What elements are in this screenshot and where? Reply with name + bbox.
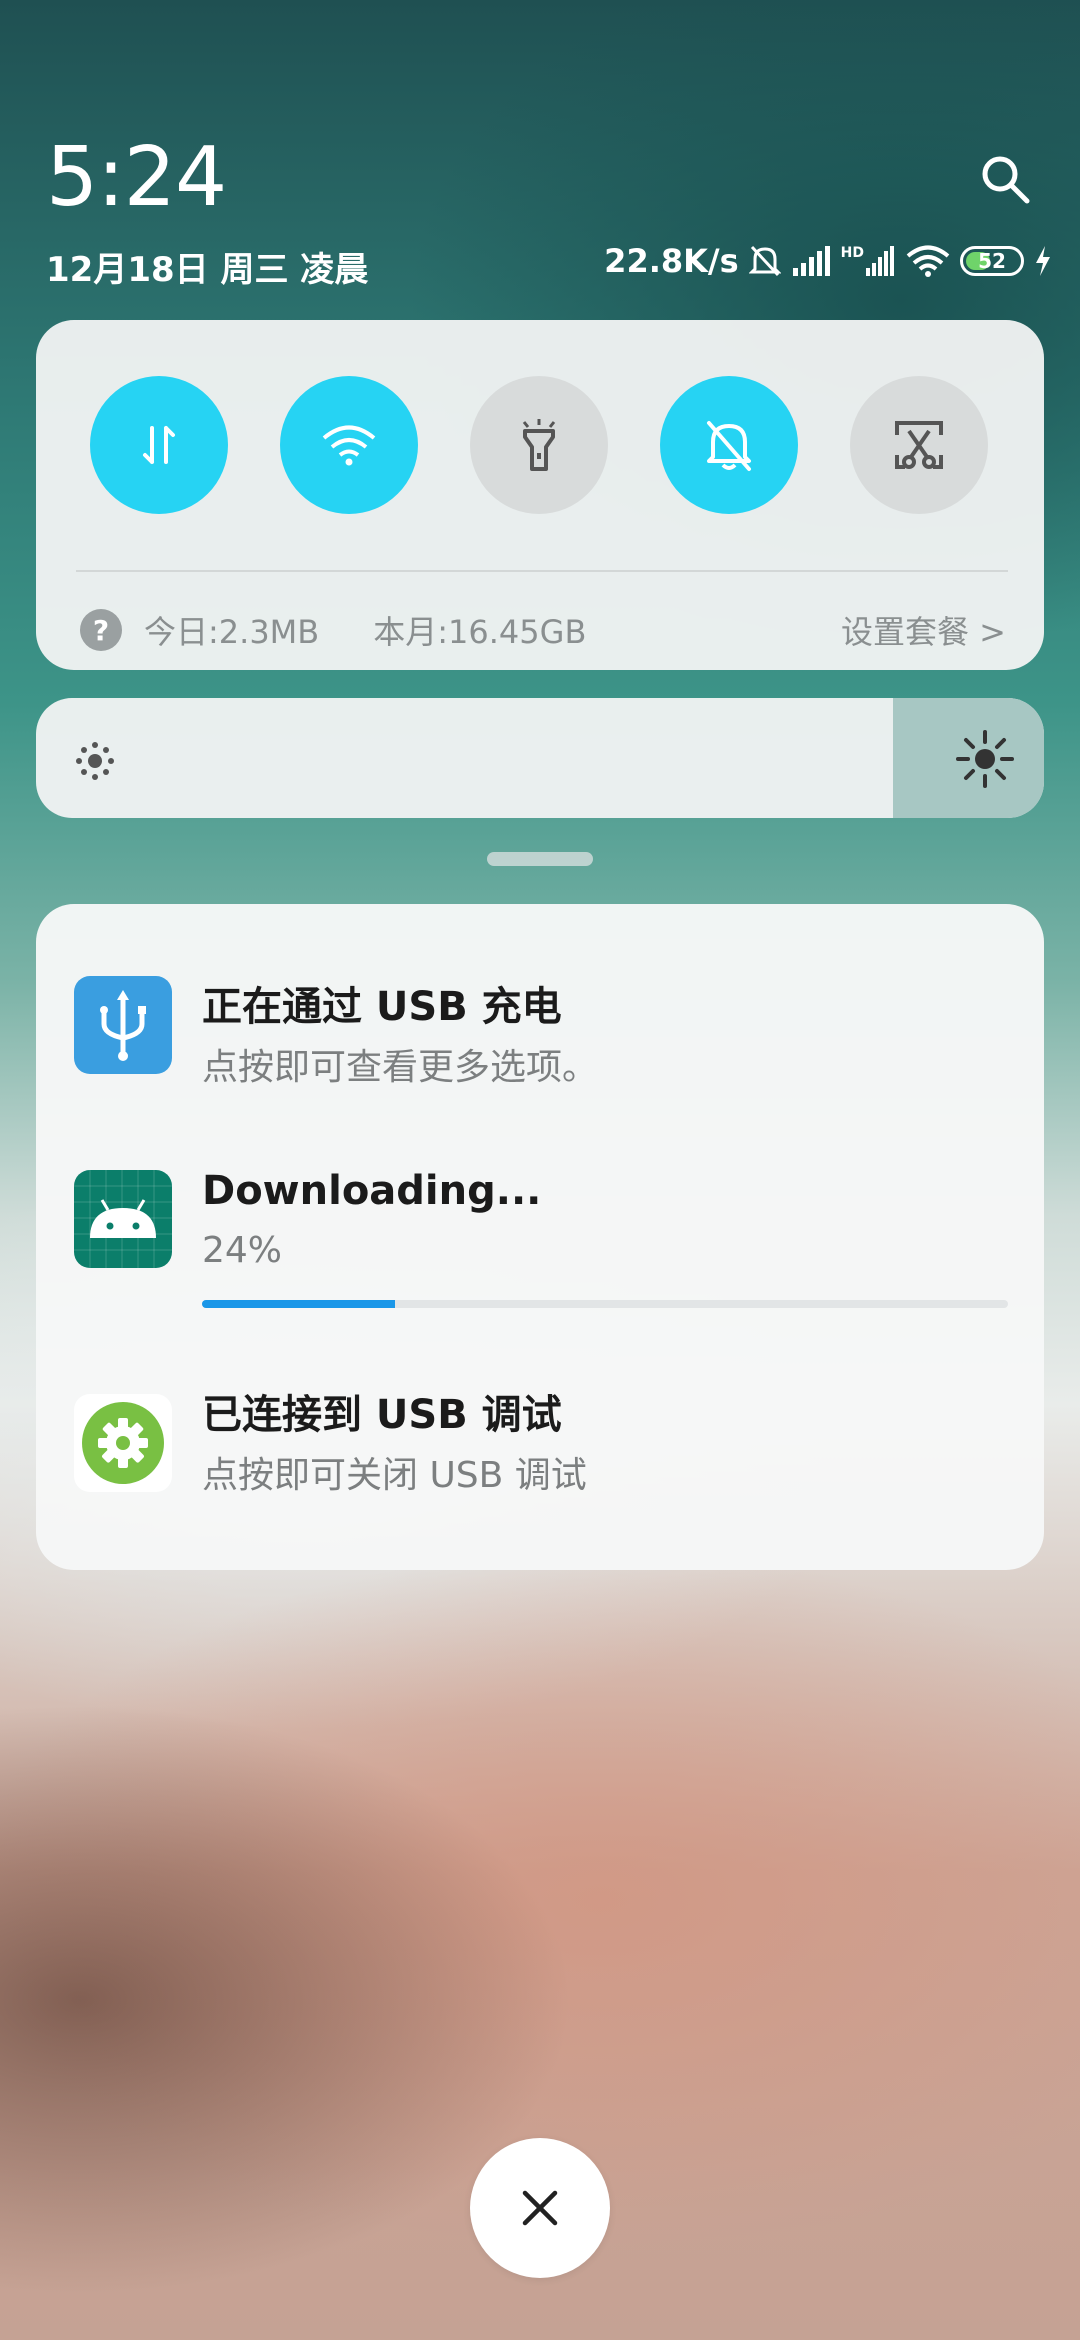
flashlight-icon xyxy=(522,419,556,471)
battery-level: 52 xyxy=(978,249,1006,273)
android-icon xyxy=(74,1170,172,1268)
notification-panel: 正在通过 USB 充电 点按即可查看更多选项。 Downloading... 2… xyxy=(36,904,1044,1570)
notification-subtitle: 点按即可关闭 USB 调试 xyxy=(202,1455,587,1496)
wifi-icon xyxy=(906,245,950,277)
notification-title: 已连接到 USB 调试 xyxy=(202,1392,562,1438)
charging-bolt-icon xyxy=(1036,246,1050,276)
download-progress-bar xyxy=(202,1300,1008,1308)
notification-download[interactable]: Downloading... 24% xyxy=(36,1104,1044,1308)
usb-icon xyxy=(74,976,172,1074)
brightness-slider[interactable] xyxy=(36,698,1044,818)
net-speed: 22.8K/s xyxy=(604,242,739,280)
signal-icon xyxy=(792,246,830,276)
clock: 5:24 xyxy=(46,130,227,225)
set-plan-link[interactable]: 设置套餐 > xyxy=(841,607,1006,653)
quick-settings-panel: ? 今日:2.3MB 本月:16.45GB 设置套餐 > xyxy=(36,320,1044,670)
scissors-icon xyxy=(895,421,943,469)
notification-usb-debugging[interactable]: 已连接到 USB 调试 点按即可关闭 USB 调试 xyxy=(36,1324,1044,1554)
data-usage-row: ? 今日:2.3MB 本月:16.45GB 设置套餐 > xyxy=(80,598,1006,662)
help-icon[interactable]: ? xyxy=(80,609,122,651)
date: 12月18日 周三 凌晨 xyxy=(46,250,369,290)
status-bar: 22.8K/s HD 52 xyxy=(604,242,1052,280)
bell-off-icon xyxy=(748,245,781,277)
hd-signal-icon: HD xyxy=(841,246,896,276)
brightness-high-icon xyxy=(956,730,1014,788)
search-icon[interactable] xyxy=(978,152,1032,206)
bell-off-icon xyxy=(707,421,751,471)
download-percent: 24% xyxy=(202,1230,283,1271)
panel-drag-handle[interactable] xyxy=(487,852,593,866)
wifi-icon xyxy=(322,425,376,466)
notification-title: Downloading... xyxy=(202,1168,542,1214)
battery-icon: 52 xyxy=(960,246,1024,276)
brightness-low-icon xyxy=(76,742,114,780)
data-month: 本月:16.45GB xyxy=(373,613,587,651)
gear-icon xyxy=(74,1394,172,1492)
data-arrows-icon xyxy=(143,426,175,464)
close-icon xyxy=(522,2190,558,2226)
toggle-wifi[interactable] xyxy=(280,376,418,514)
download-progress-fill xyxy=(202,1300,396,1308)
hd-label: HD xyxy=(840,245,864,261)
clear-all-button[interactable] xyxy=(470,2138,610,2278)
toggle-mobile-data[interactable] xyxy=(90,376,228,514)
notification-usb-charging[interactable]: 正在通过 USB 充电 点按即可查看更多选项。 xyxy=(36,904,1044,1094)
toggle-mute[interactable] xyxy=(660,376,798,514)
toggle-screenshot[interactable] xyxy=(850,376,988,514)
toggle-flashlight[interactable] xyxy=(470,376,608,514)
notification-title: 正在通过 USB 充电 xyxy=(202,984,562,1030)
notification-subtitle: 点按即可查看更多选项。 xyxy=(202,1047,599,1088)
divider xyxy=(76,570,1008,572)
data-today: 今日:2.3MB xyxy=(144,613,320,651)
